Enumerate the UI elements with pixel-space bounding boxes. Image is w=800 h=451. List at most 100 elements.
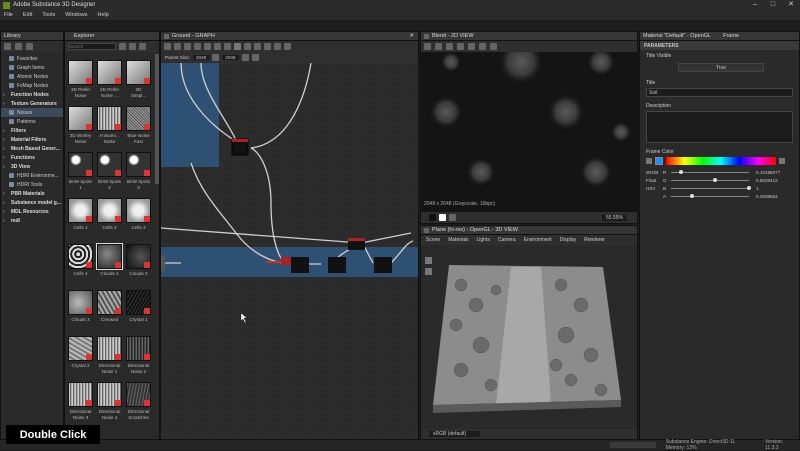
move-tool-icon[interactable] [174,43,181,50]
color-mode-label[interactable]: HSV [646,186,660,191]
channel-slider[interactable] [671,193,749,198]
picker-icon[interactable] [468,43,475,50]
display-icon[interactable] [251,54,259,61]
description-input[interactable] [646,111,793,143]
channel-slider[interactable] [671,177,749,182]
node-thumbnail[interactable]: Directional Noise 3 [67,380,94,426]
light-icon[interactable] [425,268,432,275]
flow-icon[interactable] [254,43,261,50]
channel-value[interactable]: 0.2509804 [756,194,778,199]
parameters-section[interactable]: PARAMETERS [640,41,799,50]
settings-icon[interactable] [274,43,281,50]
library-tree-item[interactable]: › Material Filters [1,135,63,144]
layout-icon[interactable] [224,43,231,50]
link-size-icon[interactable] [212,54,220,61]
export-icon[interactable] [490,43,497,50]
node-thumbnail[interactable]: 3D Worley Noise [67,104,94,150]
camera-icon[interactable] [425,257,432,264]
filter-icon[interactable] [119,43,126,50]
library-tree-item[interactable]: Favorites [1,54,63,63]
library-tree-item[interactable]: › mdl [1,216,63,225]
library-search-input[interactable] [68,43,116,50]
library-tree-item[interactable]: HDRI Environme... [1,171,63,180]
node-thumbnail[interactable]: Clouds 3 [67,288,94,334]
library-tree-item[interactable]: Graph Items [1,63,63,72]
frame-tab[interactable]: Frame [723,33,739,39]
zoom-icon[interactable] [194,43,201,50]
graph-node-4[interactable] [291,257,309,273]
alpha-icon[interactable] [435,43,442,50]
link-icon[interactable] [244,43,251,50]
channel-slider[interactable] [671,185,751,190]
node-thumbnail[interactable]: Blue Noise Fast [125,104,152,150]
node-thumbnail[interactable]: BnW Spots 3 [125,150,152,196]
channel-slider[interactable] [671,169,749,174]
align-icon[interactable] [214,43,221,50]
size-dropdown[interactable]: 2048 [222,55,239,60]
properties-tab-title[interactable]: Material "Default" - OpenGL [643,33,711,39]
graph-frame-upper[interactable] [161,63,219,167]
explorer-tab[interactable]: Explorer [74,33,94,39]
parent-size-dropdown[interactable]: 2048 [193,55,210,60]
view3d-canvas[interactable] [421,245,637,425]
channel-icon[interactable] [424,43,431,50]
node-thumbnail[interactable]: Cells 4 [67,242,94,288]
minimize-icon[interactable]: – [746,0,764,10]
pin-icon[interactable]: ✕ [409,33,414,39]
maximize-icon[interactable]: □ [764,0,782,10]
library-tree-item[interactable]: › Filters [1,126,63,135]
grid-snap-icon[interactable] [234,43,241,50]
view3d-menu-item[interactable]: Scene [426,237,440,243]
menu-tools[interactable]: Tools [42,12,55,18]
view3d-tab-title[interactable]: Plane (hi-res) - OpenGL - 3D VIEW [432,227,518,233]
hue-spectrum[interactable] [666,157,776,165]
slider-handle[interactable] [678,169,683,174]
frame-tool-icon[interactable] [184,43,191,50]
view2d-canvas[interactable] [421,52,637,204]
channel-value[interactable]: 1 [756,186,759,191]
view2d-tab-title[interactable]: Blend - 2D VIEW [432,33,474,39]
library-tree-item[interactable]: › MDL Resources [1,207,63,216]
info-icon[interactable] [479,43,486,50]
view-mode-icon[interactable] [139,43,146,50]
background-black-icon[interactable] [429,214,436,221]
channel-value[interactable]: 0.1019607† [756,170,780,175]
node-thumbnail[interactable]: Crystal 1 [125,288,152,334]
zoom-field[interactable]: 55.55% [602,214,627,221]
view3d-menu-item[interactable]: Renderer [584,237,605,243]
graph-tab-title[interactable]: Ground - GRAPH [172,33,215,39]
select-tool-icon[interactable] [164,43,171,50]
node-thumbnail[interactable]: Directional Noise 1 [96,334,123,380]
tile-icon[interactable] [446,43,453,50]
view3d-menu-item[interactable]: Camera [498,237,516,243]
slider-handle[interactable] [712,177,717,182]
graph-canvas[interactable] [161,63,418,439]
library-tree-item[interactable]: › Texture Generators [1,99,63,108]
title-input[interactable]: Soil [646,88,793,97]
node-thumbnail[interactable]: 3D Perlin Noise ... [96,58,123,104]
view3d-menu-item[interactable]: Display [560,237,576,243]
colorspace-dropdown[interactable]: sRGB (default) [429,431,481,437]
view3d-menu-item[interactable]: Materials [448,237,468,243]
explorer-scrollbar[interactable] [155,54,159,184]
menu-edit[interactable]: Edit [23,12,32,18]
edit-icon[interactable] [26,43,33,50]
view3d-menu-item[interactable]: Lights [476,237,489,243]
node-thumbnail[interactable]: Cells 2 [96,196,123,242]
library-tree-item[interactable]: Patterns [1,117,63,126]
close-icon[interactable]: ✕ [782,0,800,10]
menu-windows[interactable]: Windows [65,12,87,18]
library-tree-item[interactable]: › PBR Materials [1,189,63,198]
node-thumbnail[interactable]: 3D Simpl... [125,58,152,104]
library-tree-item[interactable]: › Mesh Based Gener... [1,144,63,153]
library-tree-item[interactable]: › Function Nodes [1,90,63,99]
node-thumbnail[interactable]: Cells 1 [67,196,94,242]
menu-help[interactable]: Help [98,12,109,18]
library-tree-item[interactable]: FxMap Nodes [1,81,63,90]
background-checker-icon[interactable] [449,214,456,221]
grid-icon[interactable] [15,43,22,50]
node-thumbnail[interactable]: Creased [96,288,123,334]
node-thumbnail[interactable]: Clouds 1 [96,242,123,288]
color-mode-label[interactable]: Float [646,178,660,183]
title-visible-toggle[interactable]: True [678,63,764,72]
